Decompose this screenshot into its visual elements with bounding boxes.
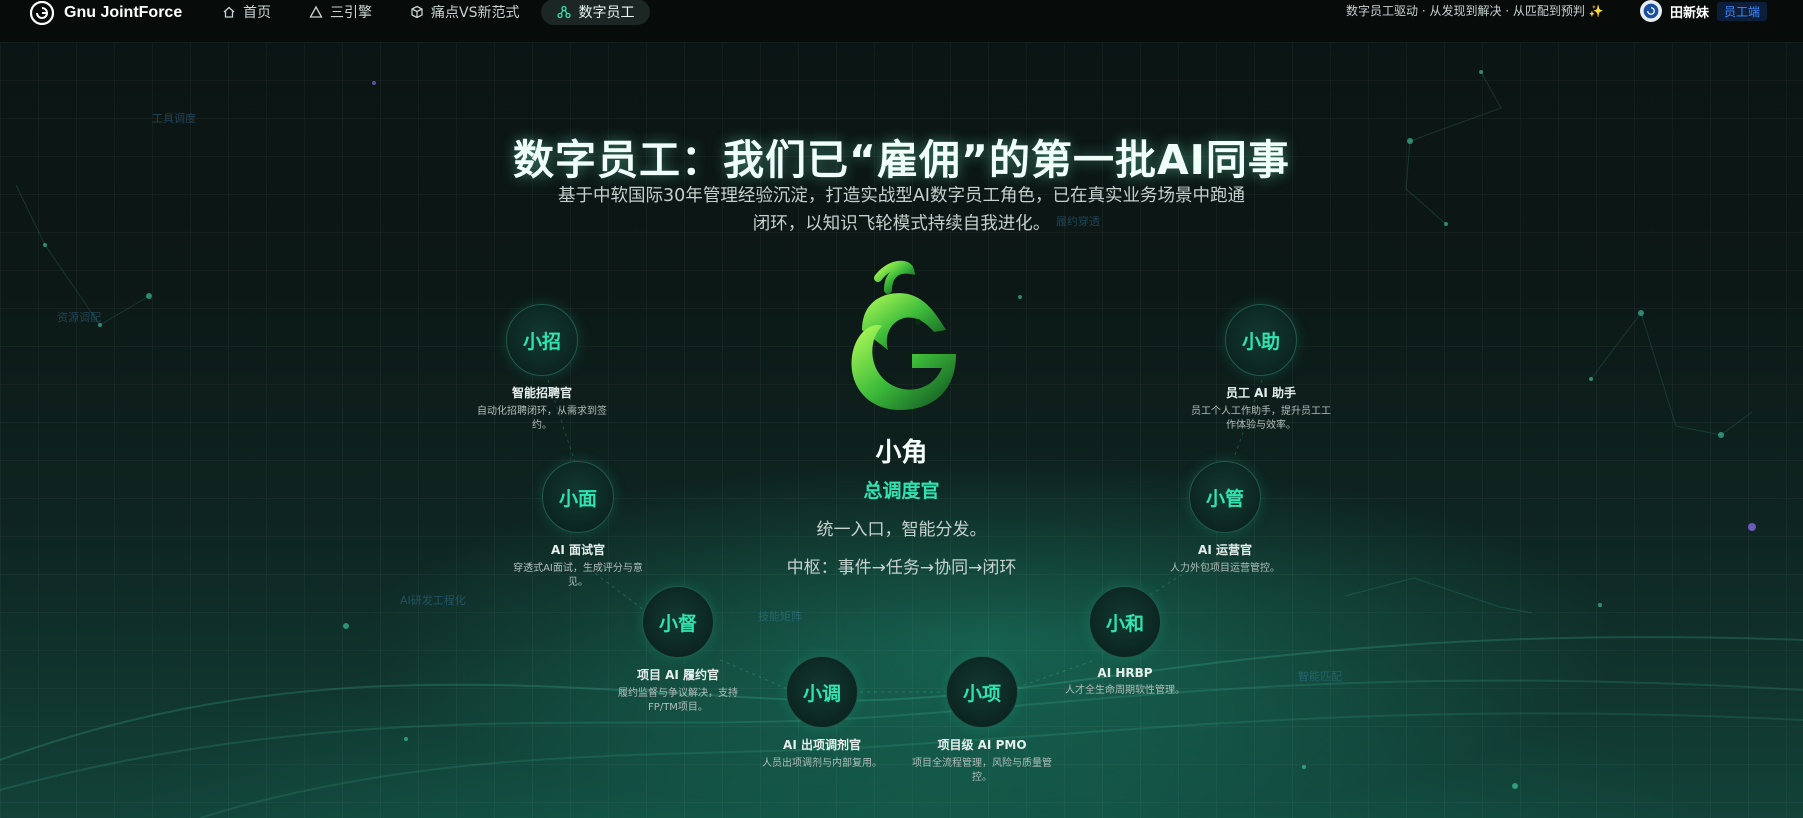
nav-item-pain-points[interactable]: 痛点VS新范式 <box>394 0 535 25</box>
cube-icon <box>411 5 423 19</box>
agent-title: 员工 AI 助手 <box>1225 386 1297 400</box>
agent-card-xiaozhu[interactable]: 小助 员工 AI 助手 员工个人工作助手，提升员工工作体验与效率。 <box>1176 304 1346 433</box>
tagline-text: 数字员工驱动 · 从发现到解决 · 从匹配到预判 <box>1346 4 1585 18</box>
bg-label: 工具调度 <box>152 112 196 125</box>
nav-label: 首页 <box>243 5 271 21</box>
agent-desc: 项目全流程管理，风险与质量管控。 <box>912 758 1052 783</box>
agent-title: 项目级 AI PMO <box>937 738 1027 752</box>
bg-label: 资源调配 <box>57 311 101 324</box>
agent-desc: 人力外包项目运营管控。 <box>1170 563 1280 574</box>
nav-item-home[interactable]: 首页 <box>206 0 287 25</box>
nav-label: 数字员工 <box>578 5 635 21</box>
brand[interactable]: Gnu JointForce <box>30 0 182 26</box>
agent-desc: 人员出项调剂与内部复用。 <box>762 758 882 769</box>
agent-desc: 自动化招聘闭环，从需求到签约。 <box>477 406 607 431</box>
agent-title: AI 出项调剂官 <box>783 738 861 752</box>
agent-avatar[interactable]: 小招 <box>506 304 578 376</box>
agent-desc: 员工个人工作助手，提升员工工作体验与效率。 <box>1191 406 1331 431</box>
home-icon <box>223 6 235 18</box>
bg-label: AI研发工程化 <box>400 594 466 607</box>
username: 田新妹 <box>1670 5 1710 21</box>
bg-label: 技能矩阵 <box>758 610 802 623</box>
agent-card-xiaoguan[interactable]: 小管 AI 运营官 人力外包项目运营管控。 <box>1140 461 1310 576</box>
agent-desc: 履约监督与争议解决，支持FP/TM项目。 <box>618 688 738 713</box>
agent-avatar[interactable]: 小面 <box>542 461 614 533</box>
agent-title: AI 运营官 <box>1198 543 1252 557</box>
gnu-logo-icon <box>30 1 54 25</box>
agent-avatar[interactable]: 小助 <box>1225 304 1297 376</box>
nav-label: 痛点VS新范式 <box>431 5 520 21</box>
sparkle-icon: ✨ <box>1588 4 1604 18</box>
bg-label: 智能匹配 <box>1298 670 1342 683</box>
tagline: 数字员工驱动 · 从发现到解决 · 从匹配到预判 ✨ <box>1346 2 1604 19</box>
center-agent-flow: 中枢：事件→任务→协同→闭环 <box>786 558 1017 578</box>
center-agent-role: 总调度官 <box>863 480 940 502</box>
agent-card-xiaomian[interactable]: 小面 AI 面试官 穿透式AI面试，生成评分与意见。 <box>493 461 663 590</box>
agent-card-xiaodiao[interactable]: 小调 AI 出项调剂官 人员出项调剂与内部复用。 <box>737 656 907 771</box>
agent-avatar[interactable]: 小和 <box>1089 586 1161 658</box>
agent-card-xiaoxiang[interactable]: 小项 项目级 AI PMO 项目全流程管理，风险与质量管控。 <box>897 656 1067 785</box>
nav-item-three-engines[interactable]: 三引擎 <box>293 0 388 25</box>
agent-card-xiaozhao[interactable]: 小招 智能招聘官 自动化招聘闭环，从需求到签约。 <box>457 304 627 433</box>
agent-title: AI 面试官 <box>551 543 605 557</box>
nodes-icon <box>557 5 572 19</box>
brand-name: Gnu JointForce <box>64 4 183 21</box>
agent-avatar[interactable]: 小管 <box>1189 461 1261 533</box>
xiaojiao-mascot-logo-icon <box>851 260 956 410</box>
agent-avatar[interactable]: 小调 <box>786 656 858 728</box>
user-menu[interactable]: 田新妹 员工端 <box>1640 0 1768 22</box>
role-badge[interactable]: 员工端 <box>1717 1 1768 21</box>
avatar-logo-icon <box>1643 3 1659 19</box>
triangle-icon <box>309 5 323 18</box>
nav-item-digital-employees[interactable]: 数字员工 <box>541 0 651 25</box>
top-navigation-bar: Gnu JointForce 首页 三引擎 痛点VS新范式 数字员工 数字员工驱… <box>0 0 1803 43</box>
agent-desc: 人才全生命周期软性管理。 <box>1065 685 1185 696</box>
agent-avatar[interactable]: 小督 <box>642 586 714 658</box>
main-nav: 首页 三引擎 痛点VS新范式 数字员工 <box>206 0 656 25</box>
center-agent-name: 小角 <box>875 438 928 468</box>
center-agent-desc: 统一入口，智能分发。 <box>816 520 987 540</box>
page-subtitle: 基于中软国际30年管理经验沉淀，打造实战型AI数字员工角色，已在真实业务场景中跑… <box>558 186 1245 234</box>
agent-avatar[interactable]: 小项 <box>946 656 1018 728</box>
nav-label: 三引擎 <box>330 5 372 21</box>
avatar[interactable] <box>1640 0 1662 22</box>
agent-title: 智能招聘官 <box>511 386 572 400</box>
page-title: 数字员工：我们已“雇佣”的第一批AI同事 <box>513 136 1290 184</box>
